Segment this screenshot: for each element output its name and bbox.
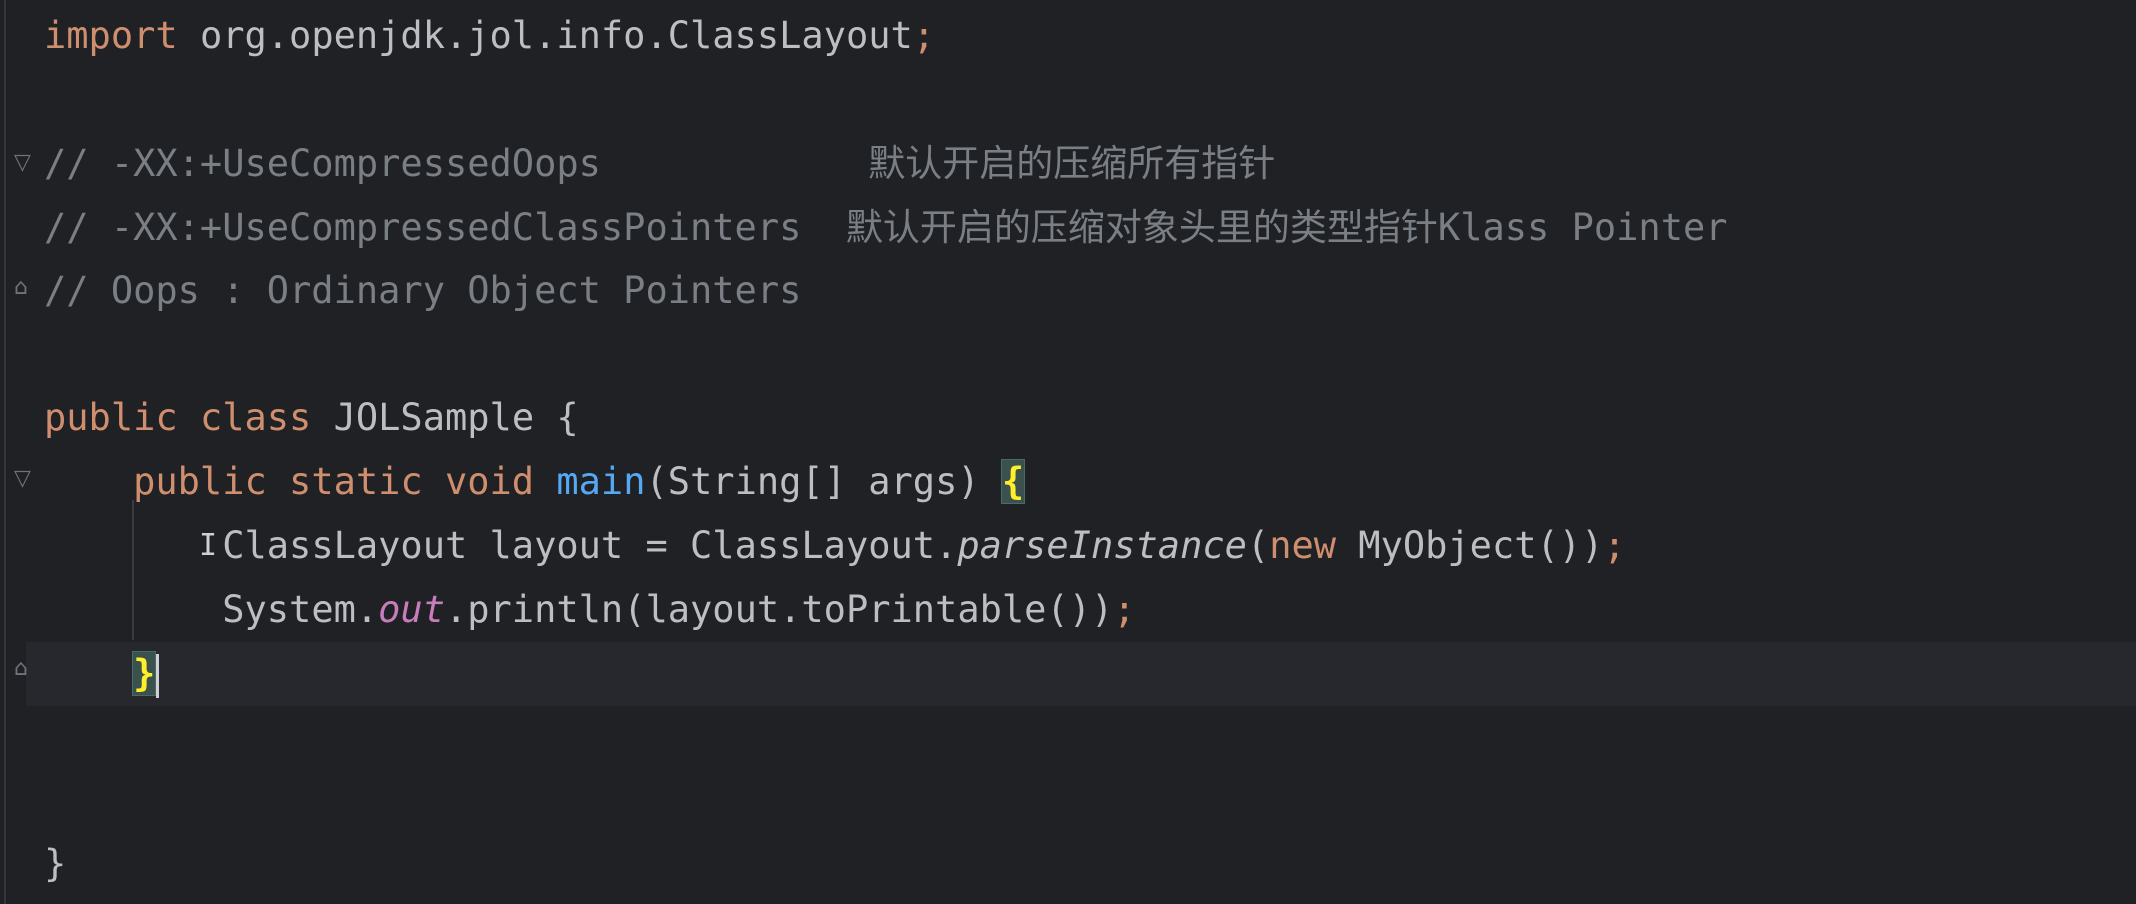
paren: ( (1246, 524, 1270, 567)
gutter (4, 0, 6, 904)
code-line-statement[interactable]: ClassLayout layout = ClassLayout.parseIn… (44, 514, 1626, 578)
code-text: System. (222, 588, 379, 631)
method-params: (String[] args) (645, 460, 1002, 503)
fold-start-icon[interactable]: ▽ (14, 466, 40, 492)
code-text: .println(layout.toPrintable()) (444, 588, 1114, 631)
code-line-close-main[interactable]: } (44, 642, 160, 706)
keyword-class: class (199, 396, 312, 439)
mouse-ibeam-cursor-icon: I (199, 528, 218, 563)
class-name: JOLSample (333, 396, 535, 439)
code-line-class-declaration[interactable]: public class JOLSample { (44, 386, 579, 450)
keyword-void: void (444, 460, 535, 503)
brace: { (556, 396, 579, 439)
keyword-public: public (133, 460, 267, 503)
code-line-comment[interactable]: // -XX:+UseCompressedClassPointers 默认开启的… (44, 196, 1728, 260)
semicolon: ; (912, 14, 936, 57)
keyword-new: new (1269, 524, 1337, 567)
matched-brace: { (1000, 459, 1026, 504)
static-method-call: parseInstance (957, 524, 1247, 567)
fold-end-icon[interactable]: ⌂ (14, 275, 40, 301)
code-line-close-class[interactable]: } (44, 832, 66, 896)
code-editor[interactable]: ▽ ⌂ ▽ ⌂ import org.openjdk.jol.info.Clas… (0, 0, 2136, 904)
semicolon: ; (1113, 588, 1136, 631)
matched-brace: } (132, 651, 157, 696)
text-caret (156, 653, 160, 698)
semicolon: ; (1603, 524, 1626, 567)
fold-start-icon[interactable]: ▽ (14, 150, 40, 176)
code-line-comment[interactable]: // Oops : Ordinary Object Pointers (44, 259, 801, 323)
code-text: MyObject()) (1336, 524, 1604, 567)
keyword-import: import (44, 14, 178, 57)
code-line-statement[interactable]: System.out.println(layout.toPrintable())… (44, 578, 1136, 642)
code-line-main-declaration[interactable]: public static void main(String[] args) { (44, 450, 1026, 514)
code-line-comment[interactable]: // -XX:+UseCompressedOops 默认开启的压缩所有指针 (44, 132, 1275, 196)
method-name: main (556, 460, 646, 503)
keyword-static: static (289, 460, 423, 503)
keyword-public: public (44, 396, 178, 439)
fold-end-icon[interactable]: ⌂ (14, 656, 40, 682)
static-field: out (378, 588, 445, 631)
current-line-highlight (26, 642, 2136, 706)
code-line-import[interactable]: import org.openjdk.jol.info.ClassLayout; (44, 4, 935, 68)
import-path: org.openjdk.jol.info.ClassLayout (199, 14, 913, 57)
code-text: ClassLayout layout = ClassLayout. (222, 524, 958, 567)
